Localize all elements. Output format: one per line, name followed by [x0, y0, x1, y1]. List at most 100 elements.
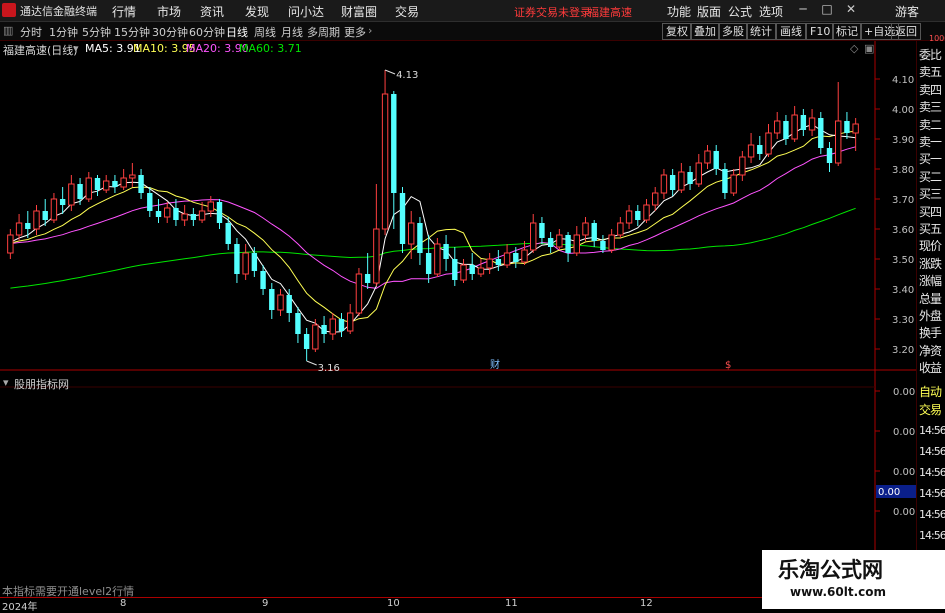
candle-body — [7, 234, 14, 254]
candle — [399, 187, 406, 253]
tool-tongji[interactable]: 统计 — [746, 23, 776, 40]
candle-body — [329, 318, 336, 335]
stock-tab[interactable]: 福建高速 — [588, 4, 632, 20]
candle — [660, 169, 668, 199]
candle-body — [295, 313, 301, 334]
candle-body — [408, 222, 415, 245]
tool-duogu[interactable]: 多股 — [718, 23, 748, 40]
candle-body — [783, 121, 789, 139]
ma20-line — [10, 146, 856, 289]
candle-body — [443, 244, 449, 259]
candle — [452, 247, 458, 286]
price-tick-label: 4.00 — [892, 105, 914, 116]
candle-body — [207, 201, 214, 212]
period-monthly[interactable]: 月线 — [281, 24, 303, 40]
tool-fanhui[interactable]: 返回 — [891, 23, 921, 40]
period-more[interactable]: 更多 — [344, 24, 366, 40]
maximize-icon[interactable]: □ — [818, 2, 836, 18]
app-name: 通达信金融终端 — [20, 5, 97, 18]
account-status[interactable]: 证券交易未登录 — [514, 4, 591, 20]
close-icon[interactable]: ✕ — [842, 2, 860, 18]
period-daily[interactable]: 日线 — [226, 24, 248, 40]
trade-time: 14:56 — [919, 487, 945, 500]
sub-settings-icon[interactable]: ▾ — [3, 376, 9, 389]
guest-label[interactable]: 游客 — [895, 3, 919, 20]
candle-body — [452, 259, 458, 280]
menu-gongshi[interactable]: 公式 — [728, 3, 752, 20]
candle — [852, 118, 859, 151]
period-fenshi[interactable]: 分时 — [20, 24, 42, 40]
minimize-icon[interactable]: ─ — [794, 2, 812, 18]
dividend-marker: $ — [725, 360, 731, 371]
candle-body — [138, 175, 144, 193]
candle — [347, 304, 354, 334]
menu-shichang[interactable]: 市场 — [157, 3, 181, 20]
tool-f10[interactable]: F10 — [806, 23, 835, 40]
quote-field-label: 委比 — [919, 48, 942, 62]
quote-field-label: 买一 — [919, 152, 942, 167]
candle — [7, 229, 14, 259]
candle-body — [669, 175, 676, 190]
candle-body — [852, 123, 859, 134]
app-logo-icon — [2, 3, 16, 17]
sub-current-value: 0.00 — [878, 487, 900, 498]
candle — [695, 154, 702, 187]
trade-time: 14:56 — [919, 508, 945, 521]
quote-field-label: 收益 — [919, 361, 942, 376]
chart-settings-icon[interactable]: ▣ — [864, 42, 874, 55]
candle-body — [495, 259, 502, 265]
menu-gongneng[interactable]: 功能 — [667, 3, 691, 20]
ma5-line — [10, 124, 856, 333]
menu-zixun[interactable]: 资讯 — [200, 3, 224, 20]
period-1min[interactable]: 1分钟 — [49, 24, 78, 40]
candle — [260, 265, 266, 295]
xaxis-month-11: 11 — [505, 598, 518, 609]
tool-huaxian[interactable]: 画线 — [776, 23, 806, 40]
candle — [591, 220, 597, 247]
menu-banmian[interactable]: 版面 — [697, 3, 721, 20]
menu-xuanxiang[interactable]: 选项 — [759, 3, 783, 20]
candle — [521, 241, 528, 265]
price-tick-label: 3.30 — [892, 315, 914, 326]
candle-body — [774, 120, 781, 134]
candle — [85, 172, 92, 202]
candle-body — [747, 144, 755, 158]
quote-field-label: 净资 — [919, 343, 942, 358]
menu-caifuquan[interactable]: 财富圈 — [341, 3, 377, 20]
menu-faxian[interactable]: 发现 — [245, 3, 269, 20]
candle-body — [530, 222, 537, 251]
candle-body — [687, 172, 693, 184]
tool-diejia[interactable]: 叠加 — [690, 23, 720, 40]
candle — [539, 217, 545, 244]
period-30min[interactable]: 30分钟 — [152, 24, 188, 40]
menu-jiaoyi[interactable]: 交易 — [395, 3, 419, 20]
auto-trade-label[interactable]: 交易 — [919, 401, 942, 418]
period-5min[interactable]: 5分钟 — [82, 24, 111, 40]
menu-hangqing[interactable]: 行情 — [112, 3, 136, 20]
candle — [112, 175, 118, 193]
candle-body — [765, 132, 772, 155]
candle — [181, 205, 188, 226]
tool-biaoji[interactable]: 标记 — [832, 23, 862, 40]
candle — [652, 187, 659, 211]
toolbar-grid-icon[interactable]: ▥ — [3, 24, 13, 37]
candle — [164, 202, 171, 223]
period-multi[interactable]: 多周期 — [307, 24, 340, 40]
price-tick-label: 3.70 — [892, 195, 914, 206]
period-weekly[interactable]: 周线 — [254, 24, 276, 40]
period-15min[interactable]: 15分钟 — [114, 24, 150, 40]
candle — [15, 214, 23, 241]
ma10-line — [10, 130, 856, 323]
candle — [434, 238, 441, 277]
kline-chart[interactable]: 4.10 4.00 3.90 3.80 3.70 3.60 3.50 3.40 3.30 3.20… — [0, 0, 945, 609]
menu-wenxiaoda[interactable]: 问小达 — [288, 3, 324, 20]
more-chevron-icon[interactable]: › — [368, 24, 372, 37]
period-60min[interactable]: 60分钟 — [189, 24, 225, 40]
diamond-icon[interactable]: ◇ — [850, 42, 858, 55]
ma-settings-icon[interactable]: ▾ — [73, 42, 79, 55]
candle — [477, 259, 485, 277]
tool-fuquan[interactable]: 复权 — [662, 23, 692, 40]
candle — [147, 187, 153, 217]
auto-trade-label[interactable]: 自动 — [919, 383, 942, 400]
watermark-url: www.60lt.com — [790, 585, 887, 599]
